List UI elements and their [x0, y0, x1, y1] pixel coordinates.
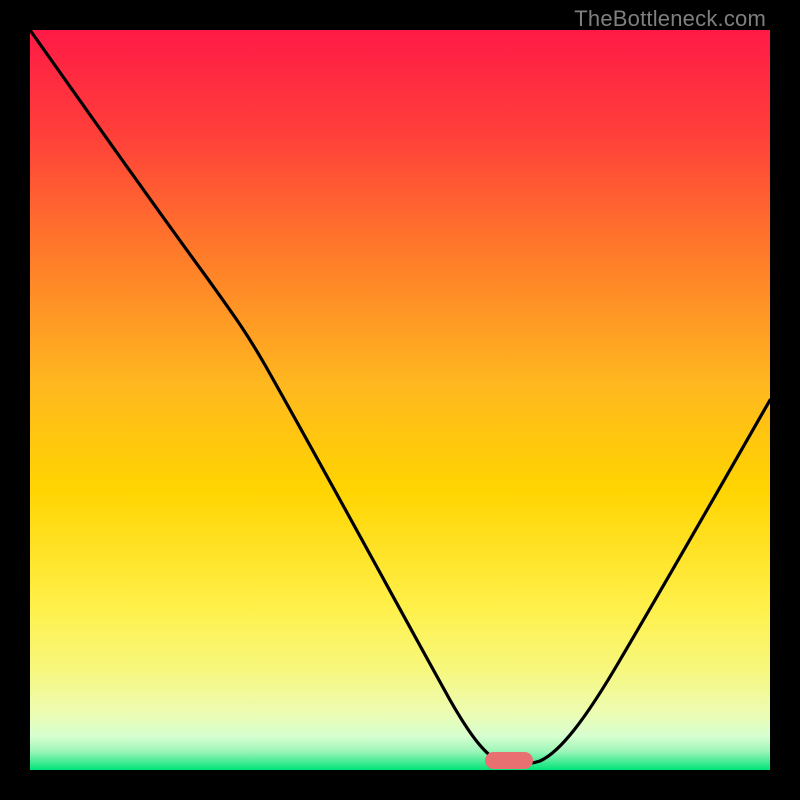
bottleneck-curve	[30, 30, 770, 770]
optimum-marker	[485, 752, 533, 769]
plot-area	[30, 30, 770, 770]
watermark-text: TheBottleneck.com	[574, 6, 766, 32]
chart-frame	[30, 30, 770, 770]
